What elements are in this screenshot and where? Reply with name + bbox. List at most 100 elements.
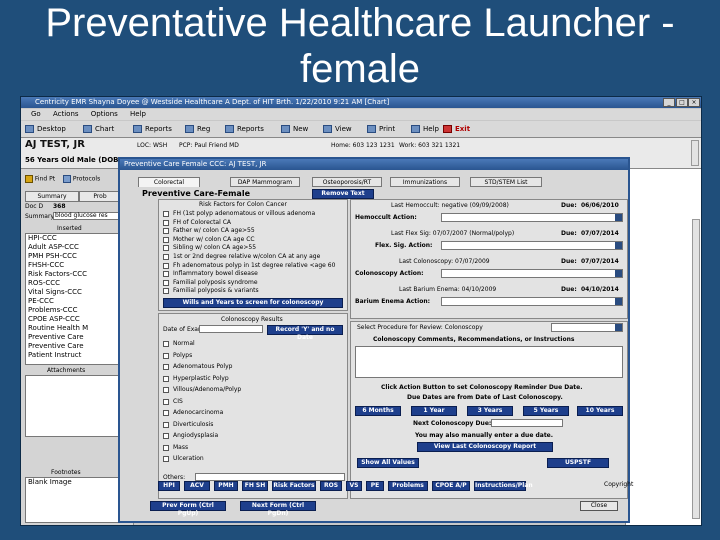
minimize-icon[interactable]: _	[663, 98, 675, 107]
toolbar-chart[interactable]: Chart	[83, 123, 114, 135]
inserted-item[interactable]: Vital Signs-CCC	[26, 288, 130, 297]
flex-sig-action-select[interactable]	[441, 241, 623, 250]
find-pt-button[interactable]: Find Pt	[25, 175, 55, 183]
inserted-item[interactable]: PMH PSH-CCC	[26, 252, 130, 261]
tab-osteoporosis[interactable]: Osteoporosis/RT	[312, 177, 382, 187]
interval-1-year-button[interactable]: 1 Year	[411, 406, 457, 416]
banner-scrollbar[interactable]	[691, 140, 699, 166]
interval-3-years-button[interactable]: 3 Years	[467, 406, 513, 416]
risk-factor-checkbox[interactable]: Sibling w/ colon CA age>55	[163, 244, 256, 252]
risk-factor-checkbox[interactable]: Familial polyposis syndrome	[163, 279, 258, 287]
menu-help[interactable]: Help	[130, 110, 146, 118]
toolbar-reg[interactable]: Reg	[185, 123, 210, 135]
others-field[interactable]	[195, 473, 345, 481]
inserted-item[interactable]: ROS-CCC	[26, 279, 130, 288]
tab-dap-mammogram[interactable]: DAP Mammogram	[230, 177, 300, 187]
result-checkbox[interactable]: Hyperplastic Polyp	[163, 375, 229, 383]
risk-factor-checkbox[interactable]: Father w/ colon CA age>55	[163, 227, 255, 235]
result-checkbox[interactable]: CIS	[163, 398, 183, 406]
inserted-item[interactable]: Preventive Care	[26, 342, 130, 351]
interval-5-years-button[interactable]: 5 Years	[523, 406, 569, 416]
result-checkbox[interactable]: Polyps	[163, 352, 192, 360]
inserted-item[interactable]: Adult ASP-CCC	[26, 243, 130, 252]
close-icon[interactable]: ×	[688, 98, 700, 107]
inserted-item[interactable]: HPI-CCC	[26, 234, 130, 243]
note-scrollbar[interactable]	[692, 219, 700, 519]
procedure-select[interactable]	[551, 323, 623, 332]
inserted-item[interactable]: PE-CCC	[26, 297, 130, 306]
footnotes-list[interactable]: Blank Image	[25, 477, 131, 523]
result-checkbox[interactable]: Diverticulosis	[163, 421, 213, 429]
risk-factor-checkbox[interactable]: 1st or 2nd degree relative w/colon CA at…	[163, 253, 320, 261]
interval-6-months-button[interactable]: 6 Months	[355, 406, 401, 416]
toolbar-help[interactable]: Help	[411, 123, 439, 135]
section-button-risk-factors[interactable]: Risk Factors	[272, 481, 316, 491]
section-button-hpi[interactable]: HPI	[158, 481, 180, 491]
risk-factor-checkbox[interactable]: FH (1st polyp adenomatous or villous ade…	[163, 210, 315, 218]
section-button-vs[interactable]: VS	[346, 481, 362, 491]
toolbar-desktop[interactable]: Desktop	[25, 123, 66, 135]
tab-summary[interactable]: Summary	[25, 191, 79, 202]
toolbar-reports-b[interactable]: Reports	[225, 123, 264, 135]
tab-colorectal[interactable]: Colorectal	[138, 177, 200, 187]
protocols-button[interactable]: Protocols	[63, 175, 100, 183]
section-button-fh-sh[interactable]: FH SH	[242, 481, 268, 491]
record-y-no-date-button[interactable]: Record 'Y' and no Date	[267, 325, 343, 341]
inserted-item[interactable]: Problems-CCC	[26, 306, 130, 315]
inserted-item[interactable]: Routine Health M	[26, 324, 130, 333]
date-of-exam-field[interactable]	[199, 325, 263, 333]
section-button-pmh[interactable]: PMH	[214, 481, 238, 491]
colonoscopy-action-select[interactable]	[441, 269, 623, 278]
inserted-item[interactable]: FHSH-CCC	[26, 261, 130, 270]
menu-options[interactable]: Options	[91, 110, 118, 118]
menu-actions[interactable]: Actions	[53, 110, 79, 118]
show-all-values-button[interactable]: Show All Values	[357, 458, 419, 468]
result-checkbox[interactable]: Angiodysplasia	[163, 432, 218, 440]
maximize-icon[interactable]: □	[676, 98, 688, 107]
footnote-blank-image[interactable]: Blank Image	[26, 478, 130, 487]
risk-factor-checkbox[interactable]: Familial polyposis & variants	[163, 287, 259, 295]
toolbar-view[interactable]: View	[323, 123, 352, 135]
risk-factor-checkbox[interactable]: FH of Colorectal CA	[163, 219, 231, 227]
tab-problems[interactable]: Prob	[79, 191, 121, 202]
remove-text-button[interactable]: Remove Text	[312, 189, 374, 199]
section-button-problems[interactable]: Problems	[388, 481, 428, 491]
risk-factor-checkbox[interactable]: Mother w/ colon CA age CC	[163, 236, 255, 244]
section-button-pe[interactable]: PE	[366, 481, 384, 491]
section-button-acv[interactable]: ACV	[184, 481, 210, 491]
result-checkbox[interactable]: Normal	[163, 340, 195, 348]
menu-go[interactable]: Go	[31, 110, 41, 118]
result-checkbox[interactable]: Adenocarcinoma	[163, 409, 223, 417]
inserted-list[interactable]: HPI-CCC Adult ASP-CCC PMH PSH-CCC FHSH-CCC R…	[25, 233, 131, 365]
section-button-ros[interactable]: ROS	[320, 481, 342, 491]
tab-immunizations[interactable]: Immunizations	[390, 177, 460, 187]
toolbar-reports-a[interactable]: Reports	[133, 123, 172, 135]
next-form-button[interactable]: Next Form (Ctrl PgDn)	[240, 501, 316, 517]
inserted-item[interactable]: Preventive Care	[26, 333, 130, 342]
interval-10-years-button[interactable]: 10 Years	[577, 406, 623, 416]
inserted-item[interactable]: CPOE ASP-CCC	[26, 315, 130, 324]
attachments-list[interactable]	[25, 375, 131, 437]
toolbar-exit[interactable]: Exit	[443, 123, 470, 135]
result-checkbox[interactable]: Adenomatous Polyp	[163, 363, 232, 371]
result-checkbox[interactable]: Ulceration	[163, 455, 204, 463]
toolbar-new[interactable]: New	[281, 123, 308, 135]
risk-factor-checkbox[interactable]: Inflammatory bowel disease	[163, 270, 258, 278]
section-button-cpoe-a-p[interactable]: CPOE A/P	[432, 481, 470, 491]
result-checkbox[interactable]: Mass	[163, 444, 188, 452]
comments-textarea[interactable]	[355, 346, 623, 378]
inserted-item[interactable]: Risk Factors-CCC	[26, 270, 130, 279]
hemoccult-action-select[interactable]	[441, 213, 623, 222]
close-button[interactable]: Close	[580, 501, 618, 511]
barium-action-select[interactable]	[441, 297, 623, 306]
screening-years-button[interactable]: Wills and Years to screen for colonoscop…	[163, 298, 343, 308]
tab-std-stem-list[interactable]: STD/STEM List	[470, 177, 542, 187]
uspstf-button[interactable]: USPSTF	[547, 458, 609, 468]
view-last-report-button[interactable]: View Last Colonoscopy Report	[417, 442, 553, 452]
section-button-instructions-plan[interactable]: Instructions/Plan	[474, 481, 533, 491]
prev-form-button[interactable]: Prev Form (Ctrl PgUp)	[150, 501, 226, 517]
inserted-item[interactable]: Patient Instruct	[26, 351, 130, 360]
next-colonoscopy-field[interactable]	[491, 419, 563, 427]
result-checkbox[interactable]: Villous/Adenoma/Polyp	[163, 386, 241, 394]
toolbar-print[interactable]: Print	[367, 123, 395, 135]
